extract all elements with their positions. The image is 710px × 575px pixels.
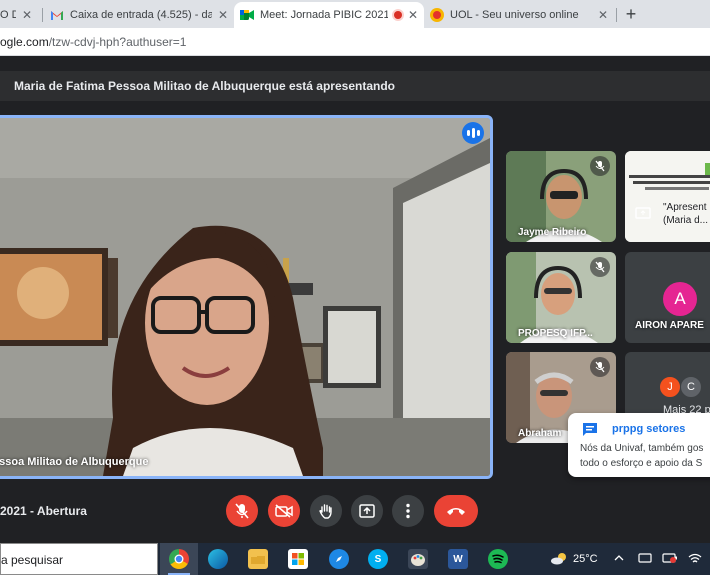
recording-indicator-icon bbox=[393, 11, 402, 19]
gmail-icon bbox=[50, 8, 64, 22]
mic-off-icon bbox=[590, 357, 610, 377]
present-now-button[interactable] bbox=[351, 495, 383, 527]
raise-hand-button[interactable] bbox=[310, 495, 342, 527]
hand-icon bbox=[319, 504, 332, 519]
mic-off-icon bbox=[235, 503, 249, 519]
word-icon[interactable]: W bbox=[448, 549, 468, 569]
tab-title: Meet: Jornada PIBIC 2021 - A bbox=[260, 9, 388, 21]
safari-icon[interactable] bbox=[329, 549, 349, 569]
main-video-tile[interactable]: essoa Militao de Albuquerque bbox=[0, 115, 493, 479]
participant-tile-airon[interactable]: A AIRON APARE bbox=[625, 252, 710, 343]
participant-avatar: A bbox=[663, 282, 697, 316]
browser-tab-strip: O De ✕ Caixa de entrada (4.525) - daniel… bbox=[0, 0, 710, 28]
presentation-thumbnail bbox=[625, 151, 710, 242]
wifi-icon[interactable] bbox=[688, 553, 702, 567]
notification-sender: prppg setores bbox=[612, 423, 686, 435]
close-icon[interactable]: ✕ bbox=[22, 8, 32, 22]
participant-tile-propesq[interactable]: PROPESQ IFP... bbox=[506, 252, 616, 343]
speaking-indicator-icon bbox=[462, 122, 484, 144]
participant-tile-jayme[interactable]: Jayme Ribeiro bbox=[506, 151, 616, 242]
tab-0[interactable]: O De ✕ bbox=[0, 2, 38, 28]
present-screen-icon bbox=[635, 207, 651, 219]
windows-taskbar: a pesquisar S W 25°C bbox=[0, 543, 710, 575]
main-video-feed bbox=[0, 118, 490, 476]
participant-tile-presentation[interactable]: "Apresent (Maria d... bbox=[625, 151, 710, 242]
screen: O De ✕ Caixa de entrada (4.525) - daniel… bbox=[0, 0, 710, 575]
tab-uol[interactable]: UOL - Seu universo online ✕ bbox=[424, 2, 614, 28]
chevron-up-icon[interactable] bbox=[614, 553, 624, 565]
tab-divider bbox=[616, 8, 617, 22]
more-vert-icon bbox=[406, 503, 410, 519]
meet-window: Maria de Fatima Pessoa Militao de Albuqu… bbox=[0, 57, 710, 543]
tab-meet[interactable]: Meet: Jornada PIBIC 2021 - A ✕ bbox=[234, 2, 424, 28]
store-icon[interactable] bbox=[288, 549, 308, 569]
present-screen-icon bbox=[359, 504, 375, 518]
url-text: ogle.com/tzw-cdvj-hph?authuser=1 bbox=[0, 35, 186, 49]
leave-call-button[interactable] bbox=[434, 495, 478, 527]
participant-name: PROPESQ IFP... bbox=[518, 328, 593, 339]
participant-name: Jayme Ribeiro bbox=[518, 227, 587, 238]
url-host: ogle.com bbox=[0, 35, 49, 49]
chrome-icon[interactable] bbox=[169, 549, 189, 569]
presenting-text: Maria de Fatima Pessoa Militao de Albuqu… bbox=[14, 79, 395, 93]
tab-gmail[interactable]: Caixa de entrada (4.525) - daniel. ✕ bbox=[44, 2, 234, 28]
search-placeholder: a pesquisar bbox=[1, 553, 64, 567]
taskbar-search[interactable]: a pesquisar bbox=[0, 543, 158, 575]
meet-icon bbox=[240, 8, 254, 22]
tab-title: O De bbox=[0, 9, 16, 21]
address-bar[interactable]: ogle.com/tzw-cdvj-hph?authuser=1 bbox=[0, 28, 710, 56]
edge-icon[interactable] bbox=[208, 549, 228, 569]
meeting-title: 2021 - Abertura bbox=[0, 504, 87, 518]
participant-name: Abraham bbox=[518, 428, 562, 439]
weather-temperature[interactable]: 25°C bbox=[573, 553, 598, 565]
file-explorer-icon[interactable] bbox=[248, 549, 268, 569]
camera-off-icon bbox=[275, 504, 293, 518]
close-icon[interactable]: ✕ bbox=[598, 8, 608, 22]
new-tab-button[interactable]: + bbox=[620, 4, 642, 24]
paint-icon[interactable] bbox=[408, 549, 428, 569]
battery-icon[interactable] bbox=[662, 553, 678, 566]
weather-cloud-icon bbox=[551, 553, 566, 565]
close-icon[interactable]: ✕ bbox=[218, 8, 228, 22]
notification-message: Nós da Univaf, também gos todo o esforço … bbox=[580, 443, 704, 469]
participant-avatar: C bbox=[680, 376, 702, 398]
uol-icon bbox=[430, 8, 444, 22]
mic-off-icon bbox=[590, 257, 610, 277]
participant-name: AIRON APARE bbox=[635, 320, 704, 331]
more-options-button[interactable] bbox=[392, 495, 424, 527]
spotify-icon[interactable] bbox=[488, 549, 508, 569]
main-participant-name: essoa Militao de Albuquerque bbox=[0, 456, 149, 468]
hang-up-icon bbox=[447, 508, 465, 515]
skype-icon[interactable]: S bbox=[368, 549, 388, 569]
url-path: /tzw-cdvj-hph?authuser=1 bbox=[48, 35, 187, 49]
chat-notification[interactable]: prppg setores Nós da Univaf, também gos t… bbox=[568, 413, 710, 477]
close-icon[interactable]: ✕ bbox=[408, 8, 418, 22]
participant-avatar: J bbox=[659, 376, 681, 398]
presenting-banner: Maria de Fatima Pessoa Militao de Albuqu… bbox=[0, 71, 710, 101]
mic-toggle-button[interactable] bbox=[226, 495, 258, 527]
network-icon[interactable] bbox=[638, 553, 652, 566]
tab-title: Caixa de entrada (4.525) - daniel. bbox=[70, 9, 212, 21]
presentation-tile-name: "Apresent (Maria d... bbox=[663, 202, 709, 226]
tab-title: UOL - Seu universo online bbox=[450, 9, 579, 21]
tab-divider bbox=[42, 8, 43, 22]
mic-off-icon bbox=[590, 156, 610, 176]
chat-icon bbox=[583, 423, 597, 436]
camera-toggle-button[interactable] bbox=[268, 495, 300, 527]
